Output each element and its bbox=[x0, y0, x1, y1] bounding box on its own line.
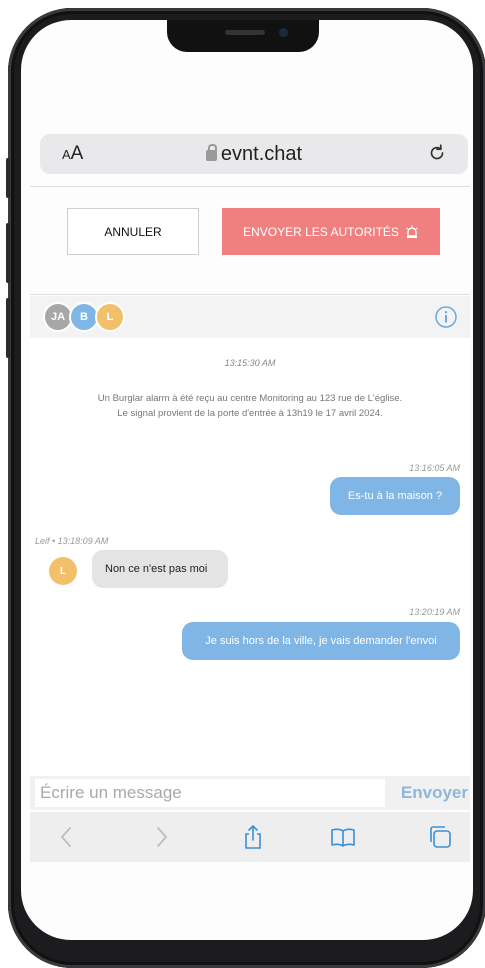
message-meta: Leif • 13:18:09 AM bbox=[35, 536, 109, 546]
reload-icon[interactable] bbox=[426, 142, 448, 164]
bookmarks-icon[interactable] bbox=[330, 824, 356, 850]
message-input[interactable] bbox=[35, 779, 385, 807]
lock-icon bbox=[205, 144, 217, 161]
outgoing-message[interactable]: Es-tu à la maison ? bbox=[330, 477, 460, 515]
info-icon[interactable] bbox=[434, 305, 458, 329]
system-message: Un Burglar alarm à été reçu au centre Mo… bbox=[97, 393, 403, 419]
volume-up-button bbox=[6, 223, 10, 283]
mute-switch bbox=[6, 158, 10, 198]
send-authorities-button[interactable]: ENVOYER LES AUTORITÉS bbox=[222, 208, 440, 255]
incoming-message[interactable]: Non ce n'est pas moi bbox=[92, 550, 228, 588]
share-icon[interactable] bbox=[240, 824, 266, 850]
browser-toolbar bbox=[30, 812, 470, 862]
send-button[interactable]: Envoyer bbox=[401, 783, 468, 803]
chat-area[interactable]: 13:15:30 AM Un Burglar alarm à été reçu … bbox=[30, 338, 470, 776]
volume-down-button bbox=[6, 298, 10, 358]
message-timestamp: 13:20:19 AM bbox=[409, 607, 460, 617]
tabs-icon[interactable] bbox=[427, 824, 453, 850]
forward-icon[interactable] bbox=[148, 824, 174, 850]
notch bbox=[167, 20, 319, 52]
siren-icon bbox=[405, 225, 418, 238]
address-domain[interactable]: evnt.chat bbox=[40, 143, 468, 166]
cancel-button[interactable]: ANNULER bbox=[67, 208, 199, 255]
message-timestamp: 13:16:05 AM bbox=[409, 463, 460, 473]
browser-address-bar[interactable]: AA evnt.chat bbox=[40, 134, 468, 174]
divider bbox=[30, 294, 470, 295]
system-timestamp: 13:15:30 AM bbox=[224, 358, 276, 368]
avatar[interactable]: L bbox=[95, 302, 125, 332]
divider bbox=[30, 186, 470, 187]
participants-bar: JA B L bbox=[30, 296, 470, 338]
avatar[interactable]: L bbox=[49, 557, 77, 585]
back-icon[interactable] bbox=[54, 824, 80, 850]
message-composer: Envoyer bbox=[30, 776, 470, 810]
outgoing-message[interactable]: Je suis hors de la ville, je vais demand… bbox=[182, 622, 460, 660]
